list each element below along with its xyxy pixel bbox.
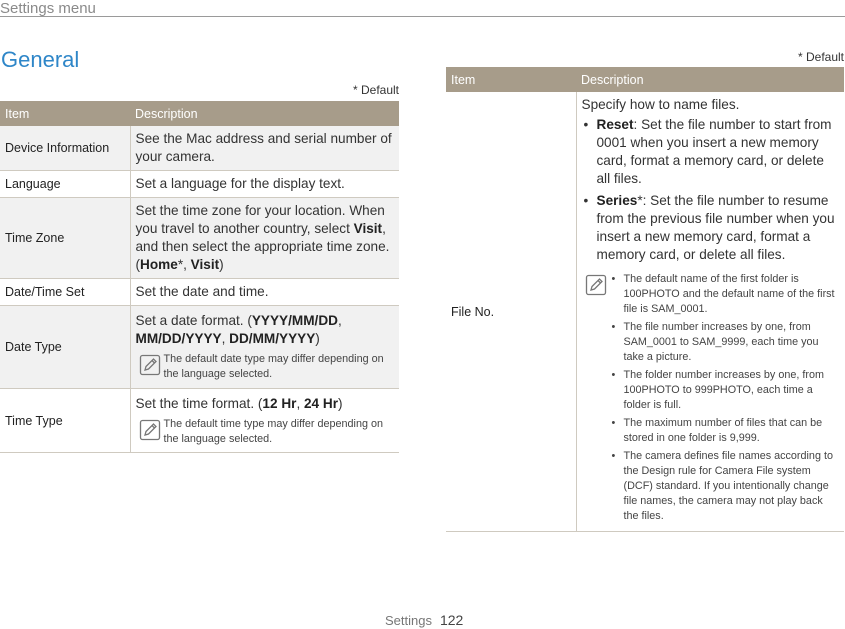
- row-item: Date/Time Set: [0, 278, 131, 306]
- table-header-row: Item Description: [0, 101, 399, 126]
- file-no-intro: Specify how to name files.: [581, 97, 740, 112]
- note-list: The default name of the first folder is …: [610, 272, 841, 527]
- list-item: The default name of the first folder is …: [610, 272, 841, 317]
- column-header-item: Item: [0, 101, 130, 126]
- default-note-right: * Default: [797, 50, 844, 64]
- note-box: The default time type may differ dependi…: [136, 417, 396, 447]
- row-item: Time Zone: [0, 197, 131, 279]
- column-header-description: Description: [130, 101, 399, 126]
- pencil-note-icon: [139, 354, 160, 376]
- row-description: See the Mac address and serial number of…: [130, 126, 399, 171]
- row-item: Date Type: [0, 305, 131, 389]
- file-number-table: Item Description File No. Specify how to…: [446, 67, 844, 532]
- row-description: Set the time zone for your location. Whe…: [130, 197, 399, 279]
- table-row-date-type: Date Type Set a date format. (YYYY/MM/DD…: [0, 305, 399, 389]
- footer-section-label: Settings: [385, 613, 432, 628]
- list-item: The folder number increases by one, from…: [610, 368, 841, 413]
- row-item: Time Type: [0, 388, 131, 453]
- section-title: General: [1, 47, 80, 72]
- note-box: The default name of the first folder is …: [582, 272, 841, 527]
- pencil-note-icon: [585, 274, 606, 296]
- column-header-item: Item: [446, 67, 576, 92]
- row-description: Set the time format. (12 Hr, 24 Hr) The …: [130, 388, 399, 453]
- table-header-row: Item Description: [446, 67, 844, 92]
- page-number: 122: [439, 612, 464, 628]
- general-settings-table: Item Description Device Information See …: [0, 101, 399, 453]
- note-box: The default date type may differ dependi…: [136, 352, 396, 382]
- table-row-language: Language Set a language for the display …: [0, 170, 399, 198]
- note-text: The default time type may differ dependi…: [163, 417, 383, 445]
- row-description: Specify how to name files. Reset: Set th…: [576, 92, 844, 532]
- table-row-time-zone: Time Zone Set the time zone for your loc…: [0, 197, 399, 279]
- table-row-file-no: File No. Specify how to name files. Rese…: [446, 92, 844, 532]
- row-description: Set the date and time.: [130, 278, 399, 306]
- header-title: Settings menu: [0, 0, 96, 17]
- row-item: Device Information: [0, 126, 131, 171]
- list-item: Series*: Set the file number to resume f…: [582, 192, 841, 264]
- table-row-time-type: Time Type Set the time format. (12 Hr, 2…: [0, 388, 399, 453]
- list-item: The file number increases by one, from S…: [610, 320, 841, 365]
- table-row-date-time-set: Date/Time Set Set the date and time.: [0, 278, 399, 306]
- default-note-left: * Default: [352, 83, 399, 97]
- file-no-options: Reset: Set the file number to start from…: [582, 116, 841, 264]
- page-footer: Settings 122: [385, 612, 463, 628]
- list-item: The maximum number of files that can be …: [610, 416, 841, 446]
- note-text: The default date type may differ dependi…: [163, 353, 384, 380]
- row-description: Set a language for the display text.: [130, 170, 399, 198]
- column-header-description: Description: [576, 67, 844, 92]
- row-item: Language: [0, 170, 131, 198]
- list-item: Reset: Set the file number to start from…: [582, 116, 841, 188]
- row-item: File No.: [446, 92, 577, 532]
- header-divider: [0, 16, 845, 17]
- row-description: Set a date format. (YYYY/MM/DD, MM/DD/YY…: [130, 305, 399, 389]
- table-row-device-information: Device Information See the Mac address a…: [0, 126, 399, 171]
- list-item: The camera defines file names according …: [610, 449, 841, 524]
- pencil-note-icon: [139, 419, 160, 440]
